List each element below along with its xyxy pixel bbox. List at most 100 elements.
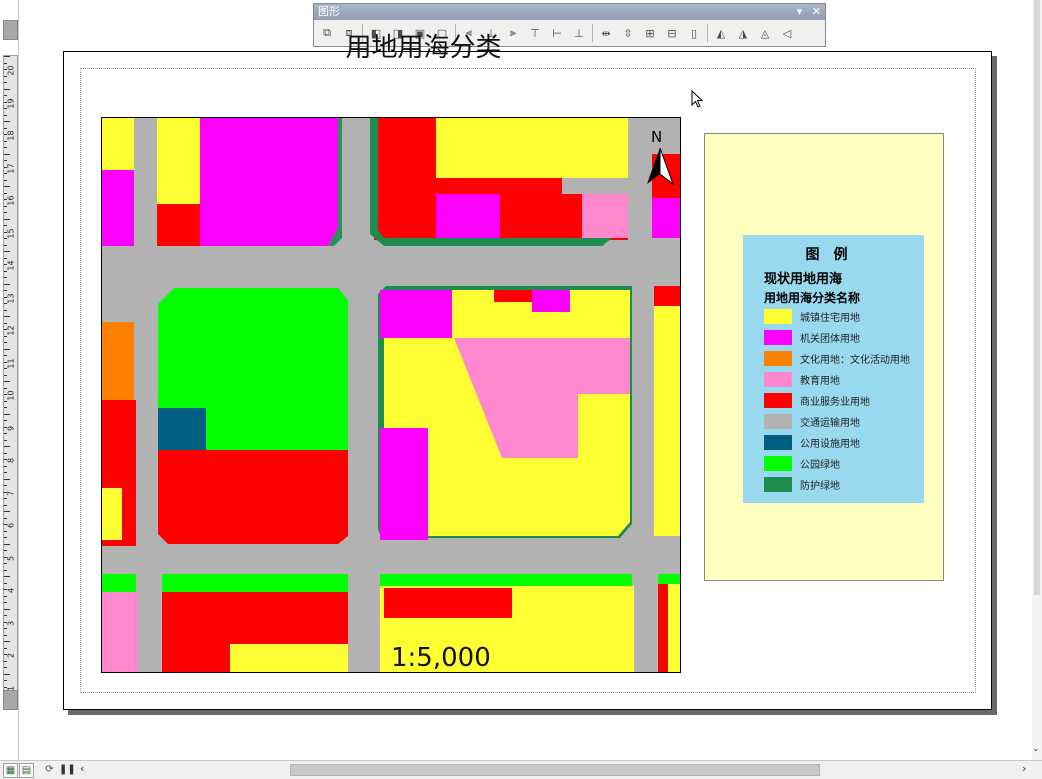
ruler-tick: [4, 407, 7, 408]
ruler-tick: [4, 478, 10, 480]
legend-swatch: [764, 434, 792, 450]
ruler-tick: [4, 88, 10, 90]
toolbar-titlebar[interactable]: 图形 ▾ ✕: [314, 4, 825, 20]
ruler-tick: [4, 413, 10, 415]
ruler-tick: [4, 121, 10, 122]
road-segment: [102, 294, 134, 322]
legend-item: 教育用地: [764, 371, 840, 387]
legend-swatch: [764, 308, 792, 324]
ruler-tick: [4, 537, 7, 538]
ruler-tick: [4, 251, 10, 252]
parcel-government: [436, 194, 500, 240]
ruler-tick: [4, 420, 7, 421]
legend-label: 交通运输用地: [800, 417, 860, 429]
ruler-tick: [4, 283, 10, 285]
ruler-label: 4: [6, 588, 16, 594]
ruler-tick: [4, 355, 7, 356]
ruler-tick: [4, 381, 10, 382]
ruler-tick: [4, 504, 7, 506]
ruler-tick: [4, 608, 10, 610]
parcel-residential: [157, 118, 202, 204]
land-use-map: [102, 118, 680, 672]
ruler-tick: [4, 316, 10, 317]
ruler-tick: [4, 582, 7, 584]
legend-label: 公用设施用地: [800, 438, 860, 450]
ruler-tick: [4, 244, 7, 246]
ruler-strip: 20 19 18 17 16 15 14 13 12 11 10 9 8 7 6 5 4 3 2 1: [3, 55, 18, 707]
scroll-right-icon[interactable]: ›: [1022, 762, 1026, 775]
ruler-tick: [4, 647, 7, 649]
legend-subheading: 用地用海分类名称: [764, 291, 861, 305]
scroll-down-icon[interactable]: ⌄: [1032, 744, 1040, 754]
ruler-label: 17: [6, 163, 16, 174]
ruler-tick: [4, 179, 7, 181]
ruler-tick: [4, 257, 7, 259]
ruler-tick: [4, 218, 10, 220]
scale-text[interactable]: 1:5,000: [391, 643, 491, 673]
ruler-tick: [4, 277, 7, 278]
ruler-label: 14: [6, 260, 16, 271]
refresh-icon[interactable]: ⟳: [43, 763, 56, 776]
ruler-tick: [4, 576, 10, 577]
data-view-icon[interactable]: ▦: [3, 763, 18, 778]
ruler-label: 10: [6, 390, 16, 401]
ruler-label: 11: [6, 358, 16, 369]
layout-view-icon[interactable]: ▤: [19, 763, 34, 778]
parcel-government: [380, 290, 452, 338]
parcel-commercial: [158, 450, 348, 544]
pause-icon[interactable]: ❚❚: [59, 763, 76, 776]
parcel-residential: [102, 488, 122, 540]
parcel-commercial: [384, 588, 512, 618]
ruler-tick: [4, 472, 7, 473]
horizontal-scroll-thumb[interactable]: [290, 764, 820, 776]
legend-swatch: [764, 413, 792, 429]
legend-item: 公园绿地: [764, 455, 840, 471]
legend-heading: 现状用地用海: [764, 272, 843, 287]
parcel-park: [658, 574, 680, 584]
ruler-tick: [4, 615, 7, 616]
toolbar-close-icon[interactable]: ✕: [812, 5, 821, 18]
ruler-label: 2: [6, 653, 16, 659]
parcel-park: [162, 574, 348, 592]
map-frame[interactable]: [101, 117, 681, 673]
horizontal-scrollbar[interactable]: ‹ ›: [80, 762, 1032, 776]
parcel-residential: [436, 118, 628, 178]
ruler-tick: [4, 290, 7, 291]
legend-item: 交通运输用地: [764, 413, 860, 429]
ruler-tick: [4, 673, 10, 675]
ruler-tick: [4, 192, 7, 194]
legend-item: 文化用地：文化活动用地: [764, 350, 910, 366]
vertical-scrollbar[interactable]: ⌄: [1032, 0, 1042, 760]
ruler-tick: [4, 82, 7, 83]
ruler-tick: [4, 225, 7, 226]
ruler-label: 19: [6, 98, 16, 109]
legend-label: 文化用地：文化活动用地: [800, 354, 910, 366]
north-arrow-icon[interactable]: [645, 128, 675, 188]
ruler-tick: [4, 550, 7, 551]
parcel-government: [102, 170, 134, 246]
parcel-commercial: [654, 286, 680, 306]
legend-label: 教育用地: [800, 375, 840, 387]
ruler-tick: [4, 543, 10, 545]
ruler-label: 6: [6, 523, 16, 529]
parcel-residential: [230, 644, 348, 672]
parcel-culture: [102, 322, 134, 400]
ruler-tick: [4, 517, 7, 519]
vertical-scroll-thumb[interactable]: [1034, 0, 1040, 595]
legend-item: 城镇住宅用地: [764, 308, 860, 324]
legend[interactable]: 图例 现状用地用海 用地用海分类名称 城镇住宅用地 机关团体用地 文化用地：文化活动…: [743, 235, 924, 503]
ruler-label: 18: [6, 130, 16, 141]
parcel-government: [532, 290, 570, 312]
map-title[interactable]: 用地用海分类: [0, 27, 847, 64]
ruler-bottom-handle[interactable]: [3, 690, 18, 710]
legend-label: 机关团体用地: [800, 333, 860, 345]
status-bar: ▦ ▤ ⟳ ❚❚ ‹ ›: [0, 760, 1042, 779]
scroll-left-icon[interactable]: ‹: [80, 762, 84, 775]
ruler-tick: [4, 569, 7, 571]
legend-label: 公园绿地: [800, 459, 840, 471]
parcel-commercial: [157, 204, 202, 246]
parcel-residential: [102, 118, 134, 170]
toolbar-dropdown-icon[interactable]: ▾: [797, 5, 803, 18]
legend-swatch: [764, 476, 792, 492]
legend-swatch: [764, 371, 792, 387]
